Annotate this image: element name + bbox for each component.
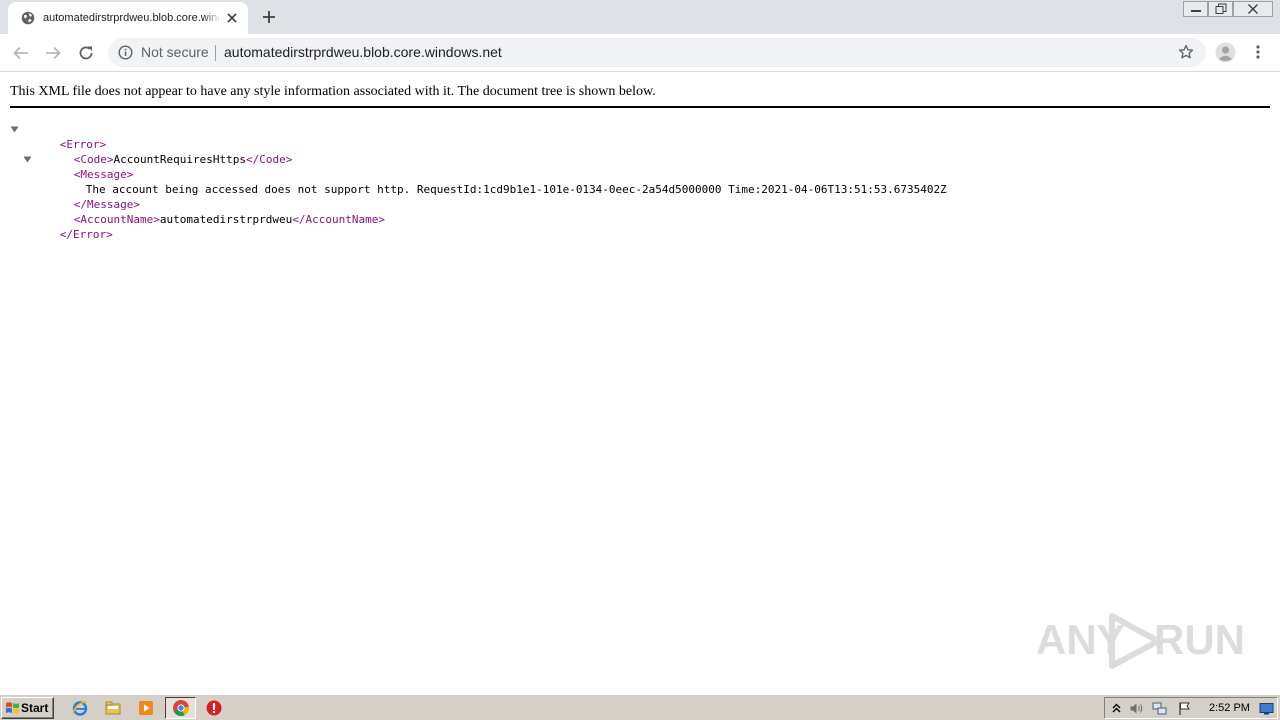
security-label[interactable]: Not secure: [141, 44, 209, 61]
system-tray: 2:52 PM: [1104, 697, 1278, 719]
reload-icon[interactable]: [77, 44, 95, 62]
tab-title-fade: [203, 8, 221, 28]
explorer-icon[interactable]: [104, 699, 122, 717]
forward-arrow-icon[interactable]: [44, 44, 62, 62]
start-button[interactable]: Start: [1, 697, 54, 719]
action-center-flag-icon[interactable]: [1177, 701, 1192, 716]
restore-icon: [1215, 3, 1226, 14]
page-content: This XML file does not appear to have an…: [0, 72, 1280, 692]
taskbar-clock[interactable]: 2:52 PM: [1209, 702, 1250, 715]
browser-tabstrip: automatedirstrprdweu.blob.core.windows.n…: [0, 0, 1280, 34]
xml-tag: </AccountName>: [292, 213, 386, 226]
taskbar-chrome-button[interactable]: [165, 697, 196, 719]
start-label: Start: [21, 701, 49, 715]
tab-close-icon[interactable]: [225, 11, 239, 25]
new-tab-icon[interactable]: [261, 9, 277, 25]
volume-icon[interactable]: [1129, 701, 1144, 716]
media-player-icon[interactable]: [137, 699, 155, 717]
network-icon[interactable]: [1152, 701, 1167, 716]
close-icon: [1248, 4, 1258, 14]
globe-icon: [21, 11, 35, 25]
browser-tab[interactable]: automatedirstrprdweu.blob.core.windows.n…: [8, 2, 248, 34]
profile-avatar-icon[interactable]: [1215, 42, 1236, 63]
collapse-triangle-icon[interactable]: [23, 155, 32, 164]
window-close-button[interactable]: [1233, 1, 1273, 17]
xml-tag: </Code>: [245, 153, 293, 166]
xml-tag: </Error>: [59, 228, 113, 241]
kebab-menu-icon[interactable]: [1250, 44, 1266, 60]
chrome-icon: [173, 700, 190, 716]
address-bar[interactable]: Not secure automatedirstrprdweu.blob.cor…: [108, 38, 1206, 67]
xml-line-error-close: </Error>: [20, 212, 113, 257]
notice-divider: [10, 106, 1270, 108]
bookmark-star-icon[interactable]: [1178, 44, 1194, 60]
back-arrow-icon[interactable]: [12, 44, 30, 62]
window-restore-button[interactable]: [1208, 1, 1233, 17]
xml-code-value: AccountRequiresHttps: [113, 153, 246, 166]
browser-toolbar: Not secure automatedirstrprdweu.blob.cor…: [0, 34, 1280, 72]
tab-title: automatedirstrprdweu.blob.core.windows.n…: [43, 12, 219, 24]
info-icon[interactable]: [118, 45, 133, 60]
ie-icon[interactable]: [71, 699, 89, 717]
anyrun-watermark: ANY RUN: [1036, 608, 1245, 674]
xml-style-notice: This XML file does not appear to have an…: [10, 84, 656, 99]
taskbar: Start 2:52 PM: [0, 694, 1280, 720]
url-text[interactable]: automatedirstrprdweu.blob.core.windows.n…: [224, 44, 502, 61]
minimize-icon: [1190, 10, 1201, 12]
show-desktop-icon[interactable]: [1259, 701, 1274, 716]
show-hidden-icons-icon[interactable]: [1109, 701, 1124, 716]
omnibox-separator: [215, 45, 216, 61]
collapse-triangle-icon[interactable]: [10, 125, 19, 134]
windows-logo-icon: [6, 702, 19, 714]
stop-icon[interactable]: [205, 699, 223, 717]
xml-message-value: The account being accessed does not supp…: [85, 183, 947, 196]
xml-account-value: automatedirstrprdweu: [159, 213, 293, 226]
watermark-right-text: RUN: [1154, 616, 1245, 663]
window-minimize-button[interactable]: [1183, 1, 1208, 17]
